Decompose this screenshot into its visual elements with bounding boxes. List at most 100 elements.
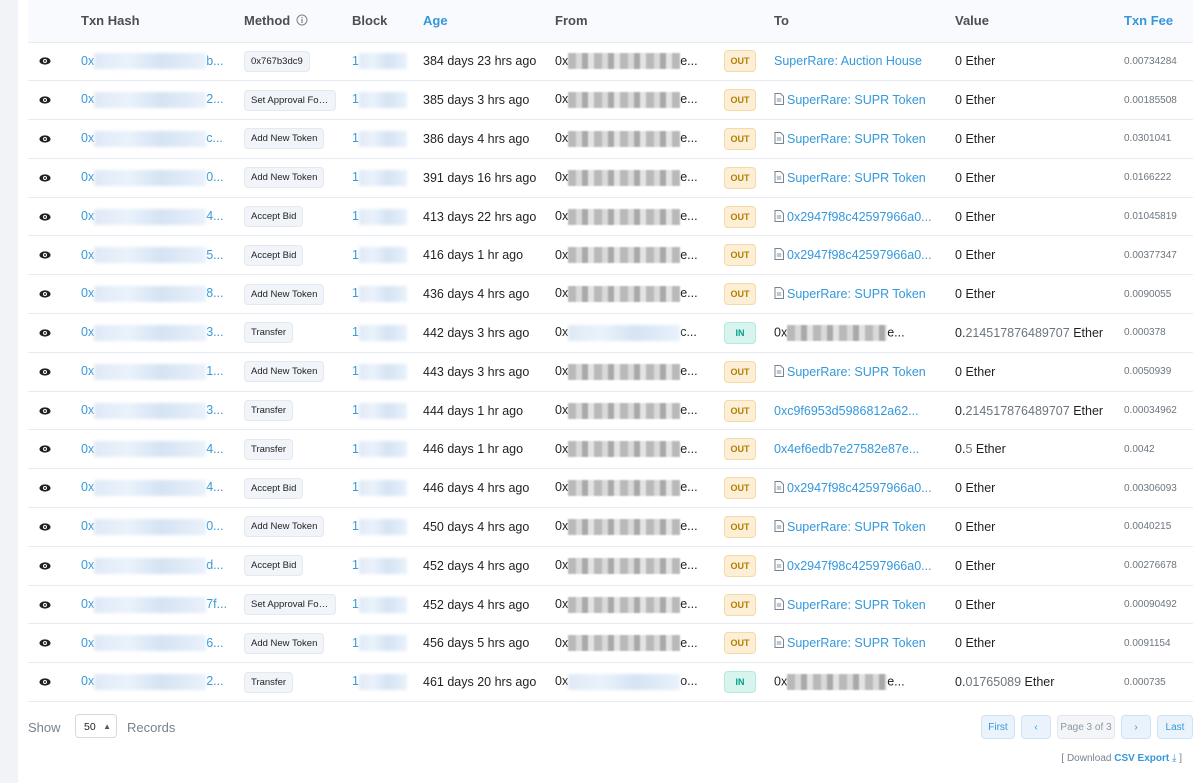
txn-hash-prefix: 0x (81, 325, 95, 340)
first-page-button[interactable]: First (981, 715, 1015, 739)
to-address-link[interactable]: 0x2947f98c42597966a0... (787, 248, 932, 262)
block-redacted (358, 635, 407, 652)
txn-hash-link[interactable]: 0x 6... (81, 635, 224, 652)
chevron-right-icon: › (1134, 722, 1138, 733)
txn-hash-link[interactable]: 0x 0... (81, 169, 224, 186)
txn-hash-prefix: 0x (81, 402, 95, 417)
txn-hash-link[interactable]: 0x 0... (81, 518, 224, 535)
from-address[interactable]: 0x c... (555, 324, 697, 341)
to-address-link[interactable]: SuperRare: SUPR Token (787, 520, 926, 534)
txn-hash-prefix: 0x (81, 53, 95, 68)
to-address-link[interactable]: SuperRare: SUPR Token (787, 171, 926, 185)
to-address-link[interactable]: SuperRare: SUPR Token (787, 93, 926, 107)
view-details-button[interactable] (36, 285, 54, 303)
value-cell: 0 Ether (947, 585, 1116, 624)
view-details-button[interactable] (36, 208, 54, 226)
to-address-link[interactable]: 0x2947f98c42597966a0... (787, 210, 932, 224)
to-address-link[interactable]: 0x4ef6edb7e27582e87e... (774, 442, 919, 456)
from-address-tail: e... (680, 596, 698, 611)
document-icon (774, 481, 787, 495)
eye-icon (39, 93, 51, 107)
txn-hash-link[interactable]: 0x 4... (81, 441, 224, 458)
block-link[interactable]: 1 (352, 286, 407, 303)
block-link[interactable]: 1 (352, 596, 407, 613)
block-link[interactable]: 1 (352, 480, 407, 497)
view-details-button[interactable] (36, 91, 54, 109)
block-link[interactable]: 1 (352, 557, 407, 574)
block-link[interactable]: 1 (352, 92, 407, 109)
view-details-button[interactable] (36, 363, 54, 381)
direction-badge: OUT (724, 50, 756, 73)
view-details-button[interactable] (36, 246, 54, 264)
from-address[interactable]: 0x o... (555, 674, 698, 691)
view-details-button[interactable] (36, 324, 54, 342)
block-link[interactable]: 1 (352, 169, 407, 186)
view-details-button[interactable] (36, 518, 54, 536)
txn-hash-link[interactable]: 0x 3... (81, 402, 224, 419)
txn-hash-link[interactable]: 0x 3... (81, 324, 224, 341)
eye-icon (39, 54, 51, 68)
txn-hash-link[interactable]: 0x 8... (81, 286, 224, 303)
view-details-button[interactable] (36, 402, 54, 420)
value-int: 0 (955, 170, 962, 185)
block-link[interactable]: 1 (352, 518, 407, 535)
col-age[interactable]: Age (415, 0, 547, 43)
view-details-button[interactable] (36, 169, 54, 187)
txn-hash-link[interactable]: 0x 1... (81, 363, 224, 380)
block-link[interactable]: 1 (352, 247, 407, 264)
txn-hash-link[interactable]: 0x 2... (81, 92, 224, 109)
fee-cell: 0.0301041 (1124, 133, 1172, 145)
view-details-button[interactable] (36, 557, 54, 575)
records-per-page-select[interactable]: 50 ▲ (75, 714, 117, 738)
txn-hash-redacted (94, 169, 207, 186)
block-link[interactable]: 1 (352, 208, 407, 225)
view-details-button[interactable] (36, 596, 54, 614)
view-details-button[interactable] (36, 479, 54, 497)
view-details-button[interactable] (36, 634, 54, 652)
to-address-link[interactable]: SuperRare: SUPR Token (787, 636, 926, 650)
block-link[interactable]: 1 (352, 363, 407, 380)
col-txn-fee[interactable]: Txn Fee (1116, 0, 1193, 43)
to-address-link[interactable]: 0x2947f98c42597966a0... (787, 559, 932, 573)
value-cell: 0.01765089 Ether (947, 663, 1116, 702)
prev-page-button[interactable]: ‹ (1021, 715, 1051, 739)
to-address-link[interactable]: 0x2947f98c42597966a0... (787, 481, 932, 495)
to-address-link[interactable]: SuperRare: Auction House (774, 54, 922, 68)
last-page-button[interactable]: Last (1157, 715, 1193, 739)
block-redacted (358, 363, 407, 380)
block-link[interactable]: 1 (352, 130, 407, 147)
fee-cell: 0.0091154 (1124, 637, 1171, 649)
to-address-link[interactable]: SuperRare: SUPR Token (787, 132, 926, 146)
to-address-link[interactable]: SuperRare: SUPR Token (787, 365, 926, 379)
view-details-button[interactable] (36, 52, 54, 70)
to-address-link[interactable]: SuperRare: SUPR Token (787, 287, 926, 301)
info-circle-icon[interactable] (296, 14, 308, 26)
txn-hash-link[interactable]: 0x 5... (81, 247, 224, 264)
txn-hash-redacted (94, 286, 207, 303)
txn-hash-link[interactable]: 0x d... (81, 557, 224, 574)
eye-icon (39, 287, 51, 301)
block-link[interactable]: 1 (352, 441, 407, 458)
table-row: 0x 0... Add New Token 1 450 days 4 hrs ago 0x… (28, 508, 1193, 547)
to-address-link[interactable]: SuperRare: SUPR Token (787, 598, 926, 612)
from-address: 0x e... (555, 247, 698, 264)
direction-badge: IN (724, 671, 756, 694)
view-details-button[interactable] (36, 130, 54, 148)
to-address-link[interactable]: 0xc9f6953d5986812a62... (774, 404, 919, 418)
txn-hash-link[interactable]: 0x 4... (81, 480, 224, 497)
txn-hash-link[interactable]: 0x c... (81, 130, 223, 147)
view-details-button[interactable] (36, 673, 54, 691)
block-link[interactable]: 1 (352, 635, 407, 652)
block-link[interactable]: 1 (352, 53, 407, 70)
csv-export-link[interactable]: CSV Export (1114, 753, 1169, 764)
txn-hash-link[interactable]: 0x 4... (81, 208, 224, 225)
view-details-button[interactable] (36, 440, 54, 458)
next-page-button[interactable]: › (1121, 715, 1151, 739)
txn-hash-link[interactable]: 0x 7f... (81, 596, 227, 613)
table-row: 0x 2... Set Approval For... 1 385 days 3 hrs… (28, 81, 1193, 120)
block-link[interactable]: 1 (352, 324, 407, 341)
txn-hash-link[interactable]: 0x 2... (81, 674, 224, 691)
block-link[interactable]: 1 (352, 674, 407, 691)
txn-hash-link[interactable]: 0x b... (81, 53, 224, 70)
block-link[interactable]: 1 (352, 402, 407, 419)
